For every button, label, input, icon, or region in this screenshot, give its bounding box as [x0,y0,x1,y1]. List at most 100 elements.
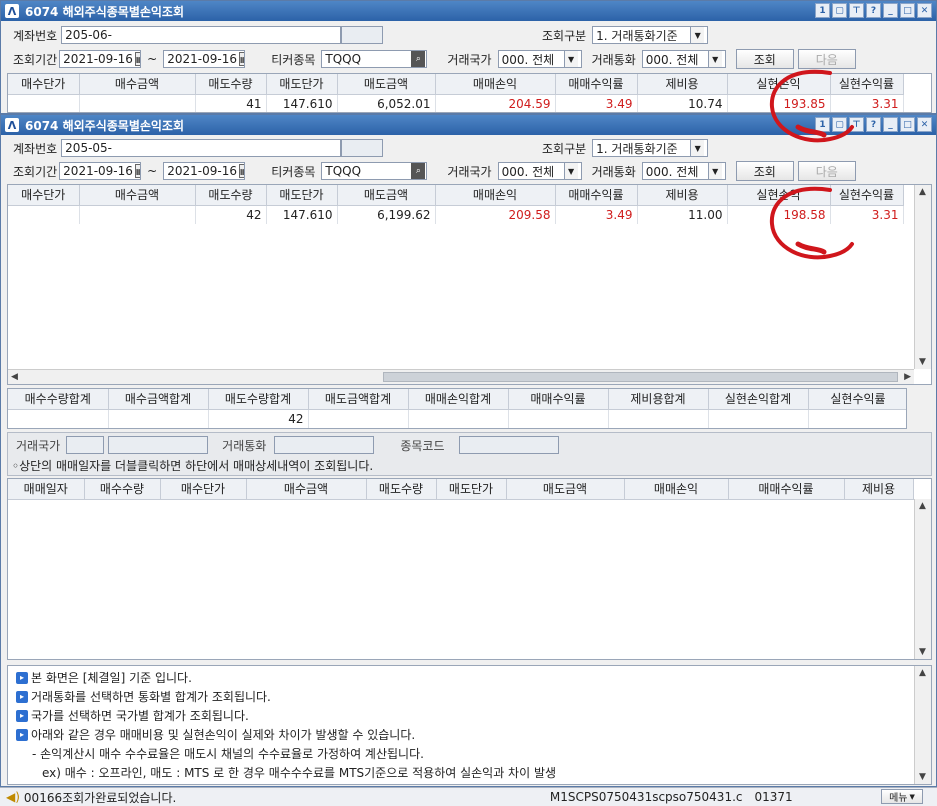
column-header[interactable]: 제비용 [637,185,728,206]
scroll-down-icon[interactable]: ▼ [919,647,926,657]
column-header[interactable]: 매도금액 [337,185,436,206]
query-button[interactable]: 조회 [735,49,794,69]
column-header[interactable]: 매도수량합계 [208,389,309,410]
column-header[interactable]: 매수수량합계 [8,389,109,410]
column-header[interactable]: 매수금액 [79,74,196,95]
column-header[interactable]: 매매손익합계 [408,389,509,410]
ticker-input[interactable]: TQQQ ⌕ [321,162,428,180]
table-row[interactable]: 42 [8,409,906,428]
vertical-scrollbar[interactable]: ▲ ▼ [914,666,931,784]
next-button[interactable]: 다음 [797,161,856,181]
horizontal-scrollbar[interactable]: ◀ ▶ [8,369,914,384]
column-header[interactable]: 제비용 [637,74,728,95]
column-header[interactable]: 매수수량 [84,479,161,500]
column-header[interactable]: 실현손익 [727,185,831,206]
copy-icon[interactable]: ▢ [832,117,847,132]
account-input[interactable]: 205-05- [61,139,342,157]
column-header[interactable]: 매도단가 [436,479,507,500]
column-header[interactable]: 매수금액합계 [108,389,209,410]
close-icon[interactable]: ✕ [917,117,932,132]
title-bar[interactable]: Λ 6074 해외주식종목별손익조회 1 ▢ ⊤ ? _ □ ✕ [1,115,936,135]
minimize-icon[interactable]: _ [883,117,898,132]
scroll-right-icon[interactable]: ▶ [904,372,911,382]
column-header[interactable]: 실현손익 [727,74,831,95]
title-bar[interactable]: Λ 6074 해외주식종목별손익조회 1 ▢ ⊤ ? _ □ ✕ [1,1,936,21]
column-header[interactable]: 실현수익률 [830,74,904,95]
date-from-input[interactable]: 2021-09-16▦ [59,162,142,180]
table-row[interactable]: 42 147.610 6,199.62 209.58 3.49 11.00 198.58 3.… [8,205,904,224]
account-name-field [341,139,384,157]
column-header[interactable]: 매도금액합계 [308,389,409,410]
vertical-scrollbar[interactable]: ▲ ▼ [914,185,931,369]
date-from-input[interactable]: 2021-09-16▦ [59,50,142,68]
minimize-icon[interactable]: _ [883,3,898,18]
maximize-icon[interactable]: □ [900,3,915,18]
column-header[interactable]: 매수금액 [79,185,196,206]
column-header[interactable]: 매수단가 [8,74,80,95]
pin-icon[interactable]: ⊤ [849,3,864,18]
scroll-down-icon[interactable]: ▼ [919,357,926,367]
column-header[interactable]: 매매손익 [624,479,729,500]
column-header[interactable]: 실현수익률 [808,389,906,410]
scroll-thumb[interactable] [383,372,898,382]
status-number: 01371 [754,790,793,804]
chevron-down-icon: ▼ [563,163,578,179]
scroll-down-icon[interactable]: ▼ [919,772,926,782]
calendar-icon[interactable]: ▦ [238,52,245,66]
help-icon[interactable]: ? [866,3,881,18]
copy-icon[interactable]: ▢ [832,3,847,18]
column-header[interactable]: 매매수익률 [728,479,845,500]
column-header[interactable]: 실현수익률 [830,185,904,206]
column-header[interactable]: 매도금액 [506,479,625,500]
link-icon[interactable]: 1 [815,3,830,18]
currency-select[interactable]: 000. 전체 ▼ [641,50,726,68]
column-header[interactable]: 매도수량 [366,479,437,500]
column-header[interactable]: 매도수량 [195,185,267,206]
pin-icon[interactable]: ⊤ [849,117,864,132]
scroll-left-icon[interactable]: ◀ [11,372,18,382]
scroll-up-icon[interactable]: ▲ [919,668,926,678]
vertical-scrollbar[interactable]: ▲ ▼ [914,499,931,659]
column-header[interactable]: 매도금액 [337,74,436,95]
maximize-icon[interactable]: □ [900,117,915,132]
column-header[interactable]: 매도단가 [266,74,338,95]
column-header[interactable]: 매도수량 [195,74,267,95]
column-header[interactable]: 매매일자 [8,479,85,500]
link-icon[interactable]: 1 [815,117,830,132]
scroll-up-icon[interactable]: ▲ [919,501,926,511]
query-type-select[interactable]: 1. 거래통화기준 ▼ [592,26,709,44]
speaker-icon[interactable]: ◀) [6,790,20,804]
column-header[interactable]: 제비용합계 [608,389,709,410]
country-select[interactable]: 000. 전체 ▼ [497,50,582,68]
query-button[interactable]: 조회 [735,161,794,181]
date-to-input[interactable]: 2021-09-16▦ [163,162,246,180]
column-header[interactable]: 매수금액 [246,479,367,500]
column-header[interactable]: 매수단가 [160,479,247,500]
calendar-icon[interactable]: ▦ [134,52,141,66]
column-header[interactable]: 매매수익률 [508,389,609,410]
table-row[interactable]: 41 147.610 6,052.01 204.59 3.49 10.74 193.85 3.… [8,94,904,112]
query-type-select[interactable]: 1. 거래통화기준 ▼ [592,139,709,157]
search-icon[interactable]: ⌕ [411,51,426,67]
column-header[interactable]: 매매수익률 [555,185,638,206]
calendar-icon[interactable]: ▦ [238,164,245,178]
search-icon[interactable]: ⌕ [411,163,426,179]
column-header[interactable]: 매매손익 [435,185,556,206]
help-icon[interactable]: ? [866,117,881,132]
country-select[interactable]: 000. 전체 ▼ [497,162,582,180]
next-button[interactable]: 다음 [797,49,856,69]
column-header[interactable]: 매매손익 [435,74,556,95]
column-header[interactable]: 매도단가 [266,185,338,206]
column-header[interactable]: 실현손익합계 [708,389,809,410]
column-header[interactable]: 제비용 [844,479,914,500]
account-input[interactable]: 205-06- [61,26,342,44]
calendar-icon[interactable]: ▦ [134,164,141,178]
ticker-input[interactable]: TQQQ ⌕ [321,50,428,68]
currency-select[interactable]: 000. 전체 ▼ [641,162,726,180]
menu-button[interactable]: 메뉴 ▼ [881,789,923,804]
date-to-input[interactable]: 2021-09-16▦ [163,50,246,68]
scroll-up-icon[interactable]: ▲ [919,187,926,197]
column-header[interactable]: 매수단가 [8,185,80,206]
close-icon[interactable]: ✕ [917,3,932,18]
column-header[interactable]: 매매수익률 [555,74,638,95]
